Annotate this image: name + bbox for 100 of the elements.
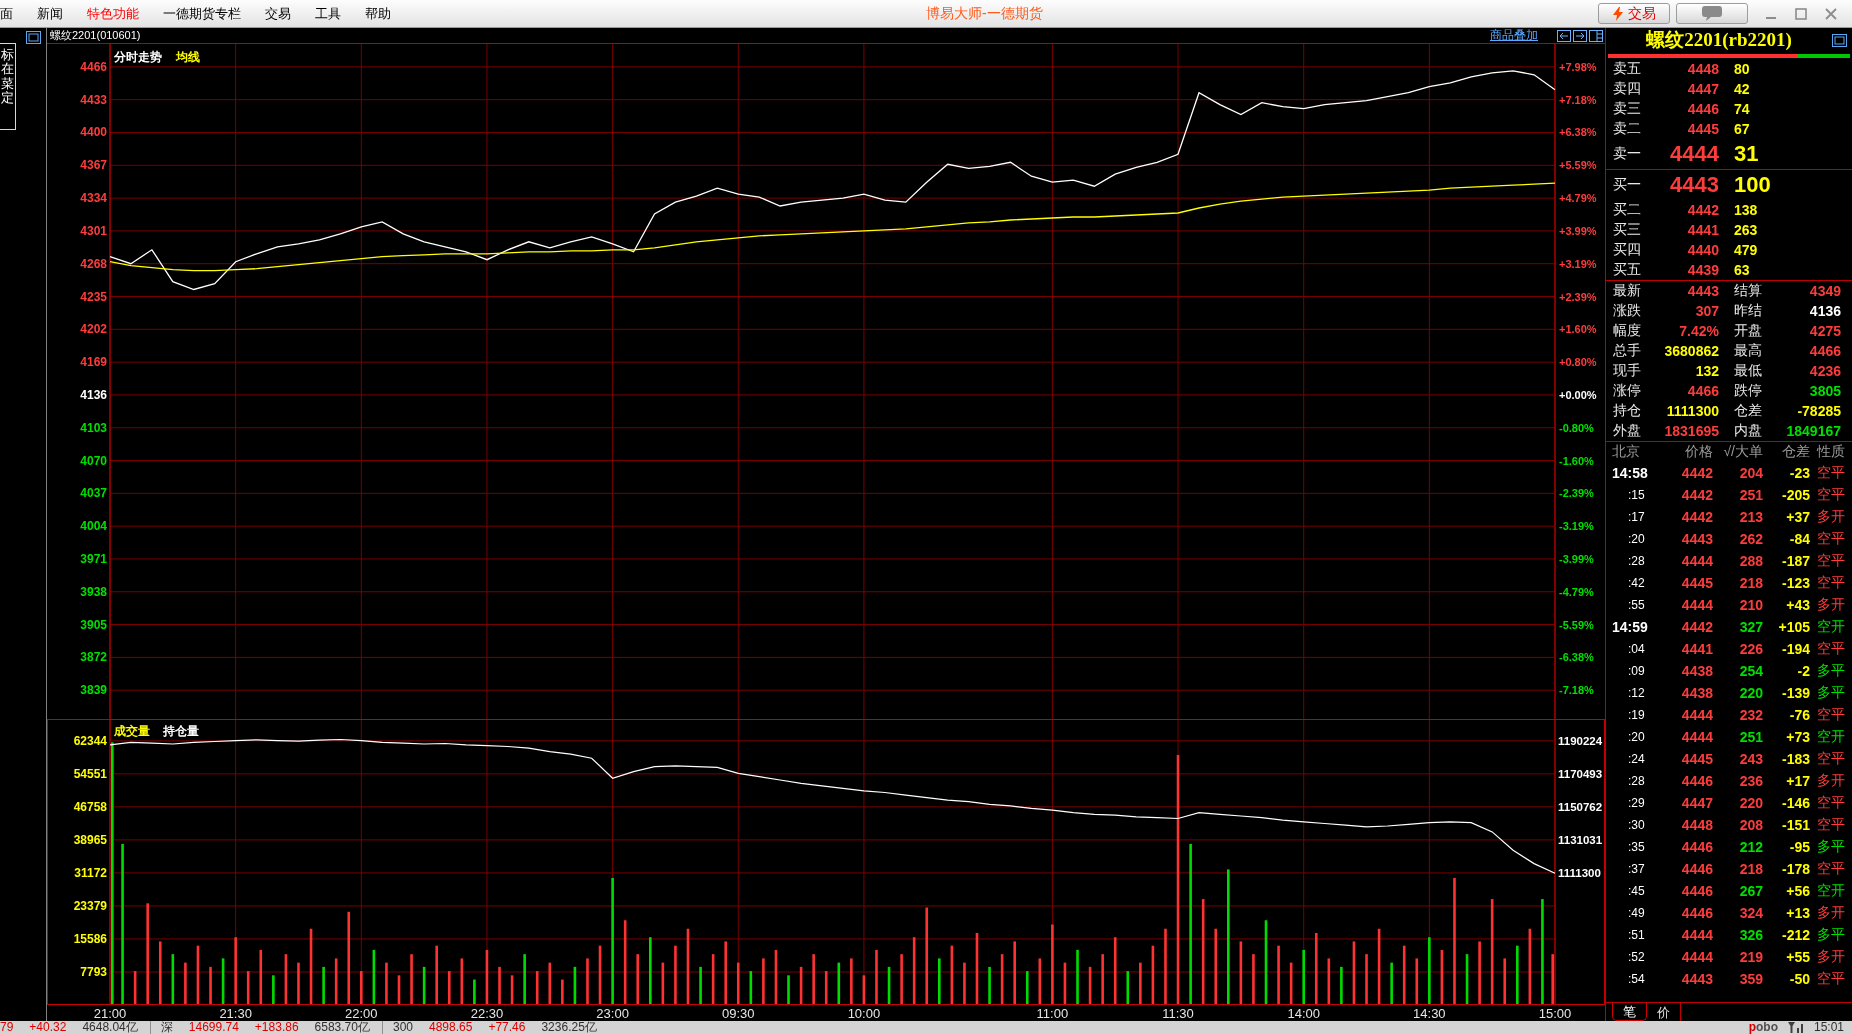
tick-oi-change: -146 — [1780, 795, 1810, 811]
tick-oi-change: +37 — [1785, 509, 1810, 525]
vertical-tab[interactable]: 标在菜定 — [0, 43, 16, 131]
book-label: 卖四 — [1613, 80, 1642, 98]
axis-label: 46758 — [73, 799, 107, 814]
tick-time: :20 — [1627, 730, 1646, 744]
app-title: 博易大师-一德期货 — [926, 4, 1044, 23]
menu-item[interactable]: 交易 — [253, 0, 303, 27]
volume-bar — [234, 937, 237, 1004]
tick-price: 4446 — [1680, 905, 1713, 921]
volume-bar — [259, 949, 263, 1004]
volume-bar — [1415, 958, 1419, 1004]
menu-item[interactable]: 特色功能 — [75, 0, 151, 27]
panel-icon[interactable] — [1589, 29, 1603, 42]
close-icon[interactable] — [1824, 6, 1838, 21]
chat-button[interactable] — [1676, 3, 1748, 24]
axis-label: 10:00 — [847, 1006, 881, 1021]
volume-bar — [1063, 962, 1067, 1004]
volume-bar — [736, 962, 740, 1004]
volume-bar — [1076, 949, 1079, 1004]
volume-bar — [422, 966, 426, 1004]
column-header: √/大单 — [1722, 443, 1763, 461]
volume-bar — [787, 975, 790, 1004]
tick-time: 14:59 — [1612, 619, 1649, 635]
axis-label: 3938 — [80, 584, 107, 599]
clock-time: 15:01 — [1813, 1021, 1844, 1034]
tick-oi-change: +56 — [1785, 883, 1810, 899]
tick-volume: 212 — [1738, 839, 1763, 855]
column-header: 北京 — [1612, 443, 1641, 461]
menu-item[interactable]: 一德期货专栏 — [151, 0, 253, 27]
tick-price: 4442 — [1680, 509, 1713, 525]
axis-label: 11:00 — [1036, 1006, 1069, 1021]
volume-bar — [799, 966, 803, 1004]
axis-label: +2.39% — [1559, 290, 1597, 303]
volume-bar — [561, 979, 564, 1004]
volume-bar — [473, 979, 476, 1004]
axis-label: 4400 — [80, 125, 107, 140]
legend-label: 持仓量 — [163, 724, 199, 738]
book-price: 4439 — [1686, 262, 1719, 278]
stat-value: 132 — [1694, 363, 1719, 379]
axis-label: 4169 — [80, 355, 107, 370]
axis-label: 4202 — [80, 322, 107, 337]
volume-bar — [1151, 945, 1155, 1004]
axis-label: 4433 — [80, 92, 107, 107]
tick-type: 多平 — [1816, 926, 1846, 944]
overlay-link[interactable]: 商品叠加 — [1490, 27, 1538, 44]
tick-price: 4445 — [1680, 575, 1713, 591]
menu-item[interactable]: 新闻 — [25, 0, 75, 27]
volume-bar — [435, 945, 438, 1004]
axis-label: 1190224 — [1558, 735, 1603, 748]
tick-type: 空平 — [1816, 706, 1846, 724]
stat-label: 跌停 — [1733, 382, 1763, 400]
tick-volume: 218 — [1738, 861, 1763, 877]
volume-bar — [158, 941, 162, 1004]
volume-bar — [649, 937, 652, 1004]
tick-volume: 267 — [1738, 883, 1763, 899]
axis-label: 22:00 — [345, 1006, 378, 1021]
menu-item[interactable]: 面 — [0, 0, 25, 27]
volume-bar — [246, 971, 250, 1004]
right-arrow-icon[interactable] — [1573, 29, 1587, 42]
tick-volume: 220 — [1738, 685, 1763, 701]
volume-bar — [724, 941, 727, 1004]
tick-oi-change: -183 — [1780, 751, 1810, 767]
trade-button[interactable]: 交易 — [1598, 3, 1670, 24]
axis-label: -3.99% — [1559, 552, 1594, 565]
volume-bar — [1516, 945, 1519, 1004]
square-icon[interactable] — [1832, 33, 1847, 47]
tick-price: 4438 — [1680, 663, 1713, 679]
axis-label: 7793 — [80, 965, 107, 979]
square-icon[interactable] — [26, 31, 41, 44]
axis-label: -4.79% — [1559, 585, 1594, 598]
tick-oi-change: +17 — [1785, 773, 1810, 789]
legend-label: 均线 — [176, 50, 200, 64]
tick-volume: 324 — [1738, 905, 1763, 921]
tick-type: 多开 — [1816, 508, 1846, 526]
menu-item[interactable]: 帮助 — [353, 0, 403, 27]
book-label: 卖三 — [1613, 100, 1642, 118]
volume-bar — [523, 954, 526, 1004]
left-arrow-icon[interactable] — [1557, 29, 1571, 42]
tick-volume: 262 — [1738, 531, 1763, 547]
volume-bar — [1289, 962, 1293, 1004]
stat-value: 4349 — [1808, 283, 1841, 299]
volume-bar — [1365, 954, 1368, 1004]
signal-icon — [1787, 1022, 1804, 1033]
tab[interactable]: 笔 — [1612, 1003, 1647, 1021]
volume-bar — [975, 932, 979, 1004]
stat-value: -78285 — [1796, 403, 1841, 419]
menu-item[interactable]: 工具 — [303, 0, 353, 27]
tick-volume: 251 — [1738, 487, 1763, 503]
tick-time: :49 — [1627, 906, 1646, 920]
volume-bar — [887, 966, 891, 1004]
volume-bar — [1465, 954, 1469, 1004]
book-label: 买三 — [1613, 221, 1642, 239]
book-label: 买五 — [1613, 261, 1642, 279]
index-value: 14699.74 — [188, 1021, 239, 1034]
book-volume: 63 — [1733, 262, 1751, 278]
column-header: 性质 — [1815, 443, 1846, 461]
tick-volume: 213 — [1738, 509, 1763, 525]
axis-label: 4103 — [80, 420, 107, 435]
book-price: 4446 — [1686, 101, 1719, 117]
